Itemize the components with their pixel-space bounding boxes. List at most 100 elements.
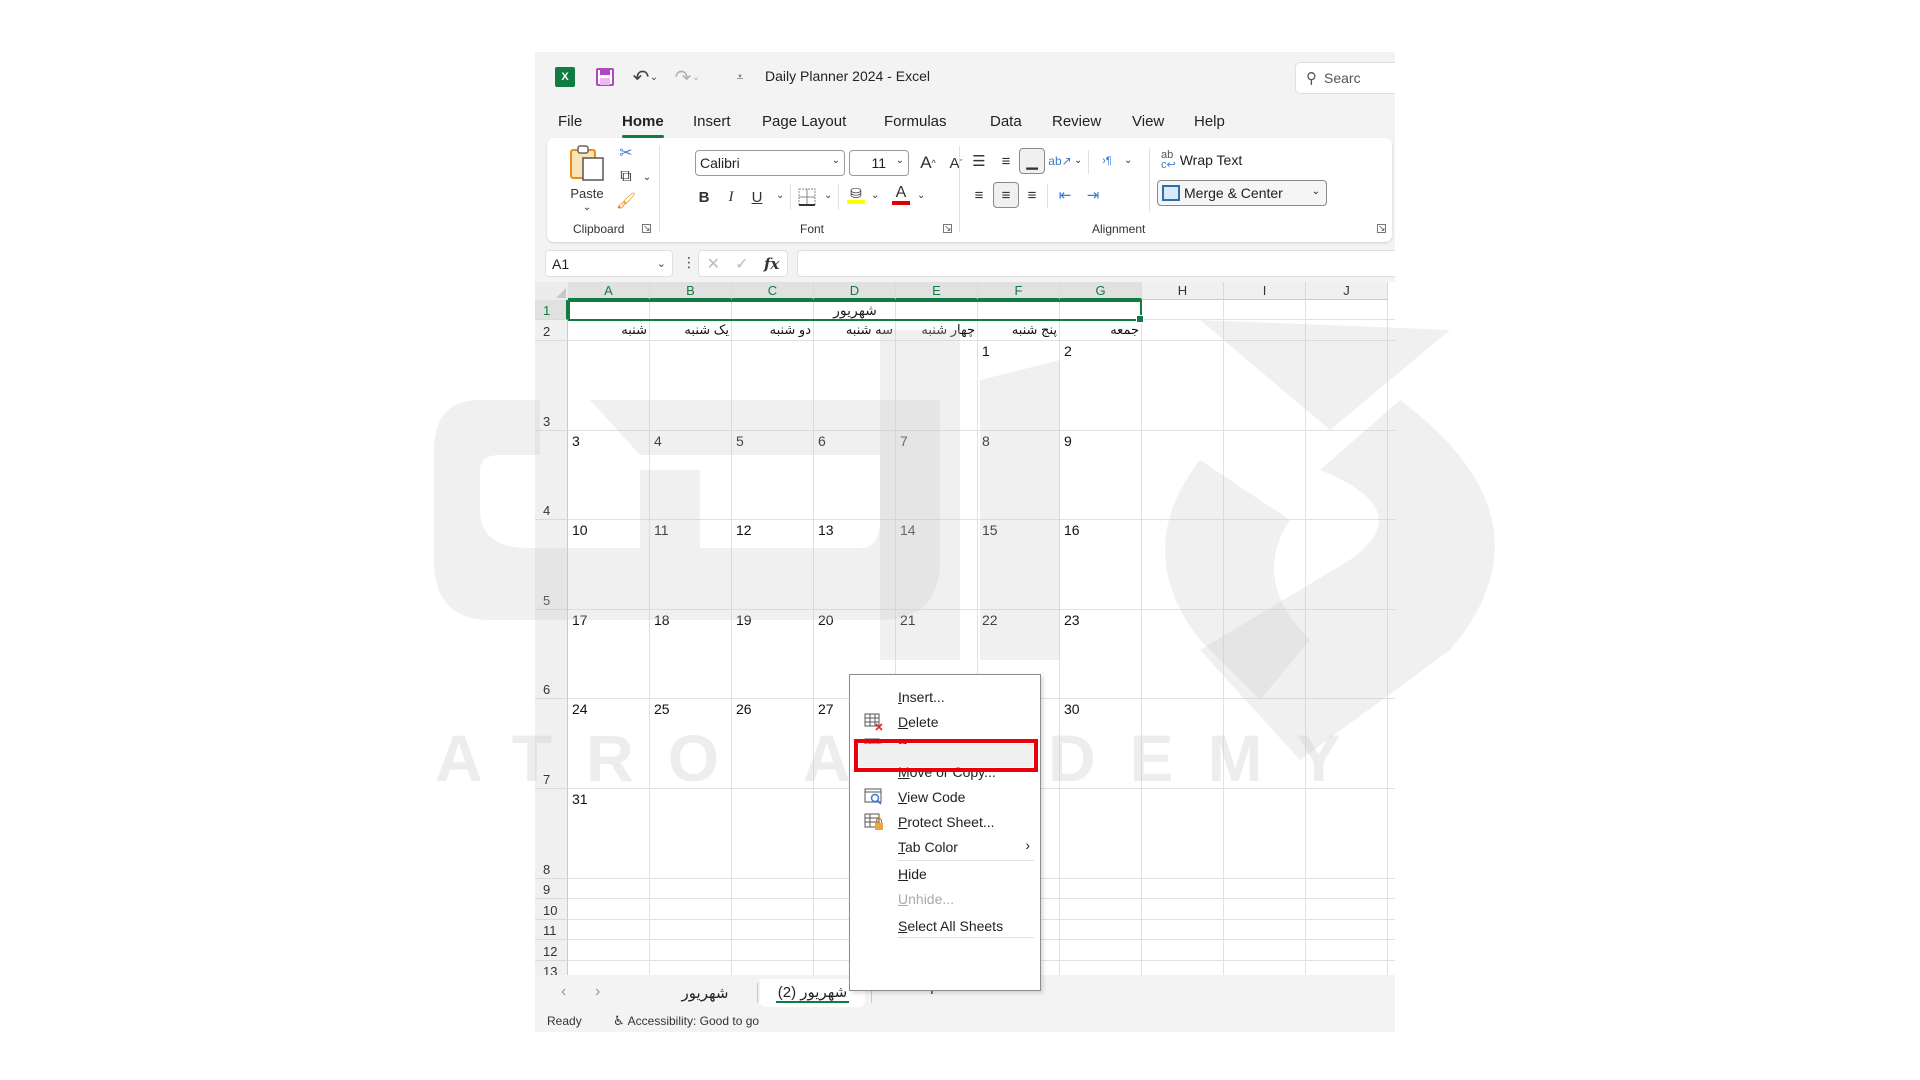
column-header-j[interactable]: J — [1306, 282, 1388, 300]
row-header-2[interactable]: 2 — [535, 320, 568, 341]
align-center-button[interactable]: ≡ — [993, 182, 1019, 208]
tab-view[interactable]: View — [1132, 109, 1164, 134]
borders-button[interactable] — [794, 184, 820, 210]
tab-review[interactable]: Review — [1052, 109, 1101, 134]
column-header-h[interactable]: H — [1142, 282, 1224, 300]
weekday-header-cell[interactable]: سه شنبه — [814, 322, 893, 338]
underline-button[interactable]: U — [744, 184, 770, 210]
day-cell[interactable]: 27 — [818, 701, 834, 717]
context-menu-item-select-all-sheets[interactable]: Select All Sheets — [850, 912, 1040, 940]
orientation-button[interactable]: ab↗ — [1047, 148, 1073, 174]
alignment-launcher-icon[interactable]: ↘ — [1377, 224, 1386, 233]
day-cell[interactable]: 1 — [982, 343, 990, 359]
row-header-6[interactable]: 6 — [535, 610, 568, 699]
column-header-f[interactable]: F — [978, 282, 1060, 300]
fill-color-dropdown-icon[interactable]: ⌄ — [871, 190, 879, 201]
row-header-11[interactable]: 11 — [535, 920, 568, 940]
tab-help[interactable]: Help — [1194, 109, 1225, 134]
undo-dropdown-icon[interactable]: ⌄ — [649, 67, 659, 87]
day-cell[interactable]: 3 — [572, 433, 580, 449]
row-header-12[interactable]: 12 — [535, 940, 568, 961]
paste-button[interactable] — [569, 144, 605, 182]
align-left-button[interactable]: ≡ — [966, 182, 992, 208]
row-header-9[interactable]: 9 — [535, 879, 568, 899]
font-name-select[interactable]: Calibri ⌄ — [695, 150, 845, 176]
undo-icon[interactable]: ↶ — [631, 67, 651, 89]
row-header-4[interactable]: 4 — [535, 431, 568, 520]
formula-input[interactable] — [797, 250, 1395, 277]
day-cell[interactable]: 7 — [900, 433, 908, 449]
day-cell[interactable]: 4 — [654, 433, 662, 449]
weekday-header-cell[interactable]: دو شنبه — [732, 322, 811, 338]
day-cell[interactable]: 6 — [818, 433, 826, 449]
tab-formulas[interactable]: Formulas — [884, 109, 947, 134]
name-box[interactable]: A1 ⌄ — [545, 250, 673, 277]
text-direction-button[interactable]: ›¶ — [1094, 148, 1120, 174]
underline-dropdown-icon[interactable]: ⌄ — [776, 190, 784, 201]
align-right-button[interactable]: ≡ — [1019, 182, 1045, 208]
align-bottom-button[interactable]: ▁ — [1019, 148, 1045, 174]
day-cell[interactable]: 13 — [818, 522, 834, 538]
day-cell[interactable]: 22 — [982, 612, 998, 628]
copy-icon[interactable]: ⧉ — [615, 166, 637, 188]
context-menu-item-hide[interactable]: Hide — [850, 860, 1040, 888]
day-cell[interactable]: 16 — [1064, 522, 1080, 538]
increase-indent-button[interactable]: ⇥ — [1080, 182, 1106, 208]
weekday-header-cell[interactable]: یک شنبه — [650, 322, 729, 338]
select-all-button[interactable] — [535, 282, 568, 300]
context-menu-item-insert[interactable]: Insert... — [850, 683, 1040, 711]
paste-label[interactable]: Paste — [567, 186, 607, 201]
context-menu-item-protect-sheet[interactable]: Protect Sheet... — [850, 808, 1040, 836]
save-icon[interactable] — [595, 67, 615, 87]
day-cell[interactable]: 12 — [736, 522, 752, 538]
tab-data[interactable]: Data — [990, 109, 1022, 134]
column-header-d[interactable]: D — [814, 282, 896, 300]
day-cell[interactable]: 11 — [654, 522, 669, 538]
tab-page-layout[interactable]: Page Layout — [762, 109, 846, 134]
copy-dropdown-icon[interactable]: ⌄ — [641, 168, 653, 186]
day-cell[interactable]: 21 — [900, 612, 916, 628]
font-launcher-icon[interactable]: ↘ — [943, 224, 952, 233]
row-header-3[interactable]: 3 — [535, 341, 568, 431]
day-cell[interactable]: 30 — [1064, 701, 1080, 717]
day-cell[interactable]: 2 — [1064, 343, 1072, 359]
paste-dropdown-icon[interactable]: ⌄ — [577, 202, 597, 213]
day-cell[interactable]: 26 — [736, 701, 752, 717]
column-header-b[interactable]: B — [650, 282, 732, 300]
font-color-dropdown-icon[interactable]: ⌄ — [917, 190, 925, 201]
search-box[interactable]: ⚲ Searc — [1295, 62, 1395, 94]
day-cell[interactable]: 25 — [654, 701, 670, 717]
day-cell[interactable]: 23 — [1064, 612, 1080, 628]
redo-dropdown-icon[interactable]: ⌄ — [691, 67, 701, 87]
row-header-10[interactable]: 10 — [535, 899, 568, 920]
day-cell[interactable]: 14 — [900, 522, 916, 538]
fill-color-button[interactable]: ⛁ — [843, 182, 869, 208]
align-middle-button[interactable]: ≡ — [993, 148, 1019, 174]
cancel-icon[interactable]: ✕ — [707, 254, 720, 274]
weekday-header-cell[interactable]: پنج شنبه — [978, 322, 1057, 338]
context-menu-item-tab-color[interactable]: Tab Color › — [850, 833, 1040, 861]
chevron-down-icon[interactable]: ⌄ — [1312, 186, 1320, 197]
row-header-13[interactable]: 13 — [535, 961, 568, 975]
wrap-text-button[interactable]: ab c↩ Wrap Text — [1161, 150, 1242, 171]
day-cell[interactable]: 5 — [736, 433, 744, 449]
row-header-8[interactable]: 8 — [535, 789, 568, 879]
sheet-tab-1[interactable]: شهریور — [655, 979, 755, 1007]
tab-file[interactable]: File — [558, 109, 582, 134]
chevron-right-icon[interactable]: › — [595, 983, 600, 1001]
row-header-5[interactable]: 5 — [535, 520, 568, 610]
day-cell[interactable]: 10 — [572, 522, 588, 538]
column-header-g[interactable]: G — [1060, 282, 1142, 300]
orientation-dropdown-icon[interactable]: ⌄ — [1074, 155, 1082, 166]
insert-function-icon[interactable]: fx — [764, 255, 779, 273]
cut-icon[interactable]: ✂ — [615, 142, 637, 164]
more-options-icon[interactable]: ⋮ — [682, 254, 696, 271]
day-cell[interactable]: 18 — [654, 612, 670, 628]
weekday-header-cell[interactable]: شنبه — [568, 322, 647, 338]
merge-center-button[interactable]: Merge & Center ⌄ — [1157, 180, 1327, 206]
weekday-header-cell[interactable]: چهار شنبه — [896, 322, 975, 338]
italic-button[interactable]: I — [718, 184, 744, 210]
clipboard-launcher-icon[interactable]: ↘ — [642, 224, 651, 233]
context-menu-item-delete[interactable]: Delete — [850, 708, 1040, 736]
font-color-button[interactable]: A — [888, 182, 914, 208]
